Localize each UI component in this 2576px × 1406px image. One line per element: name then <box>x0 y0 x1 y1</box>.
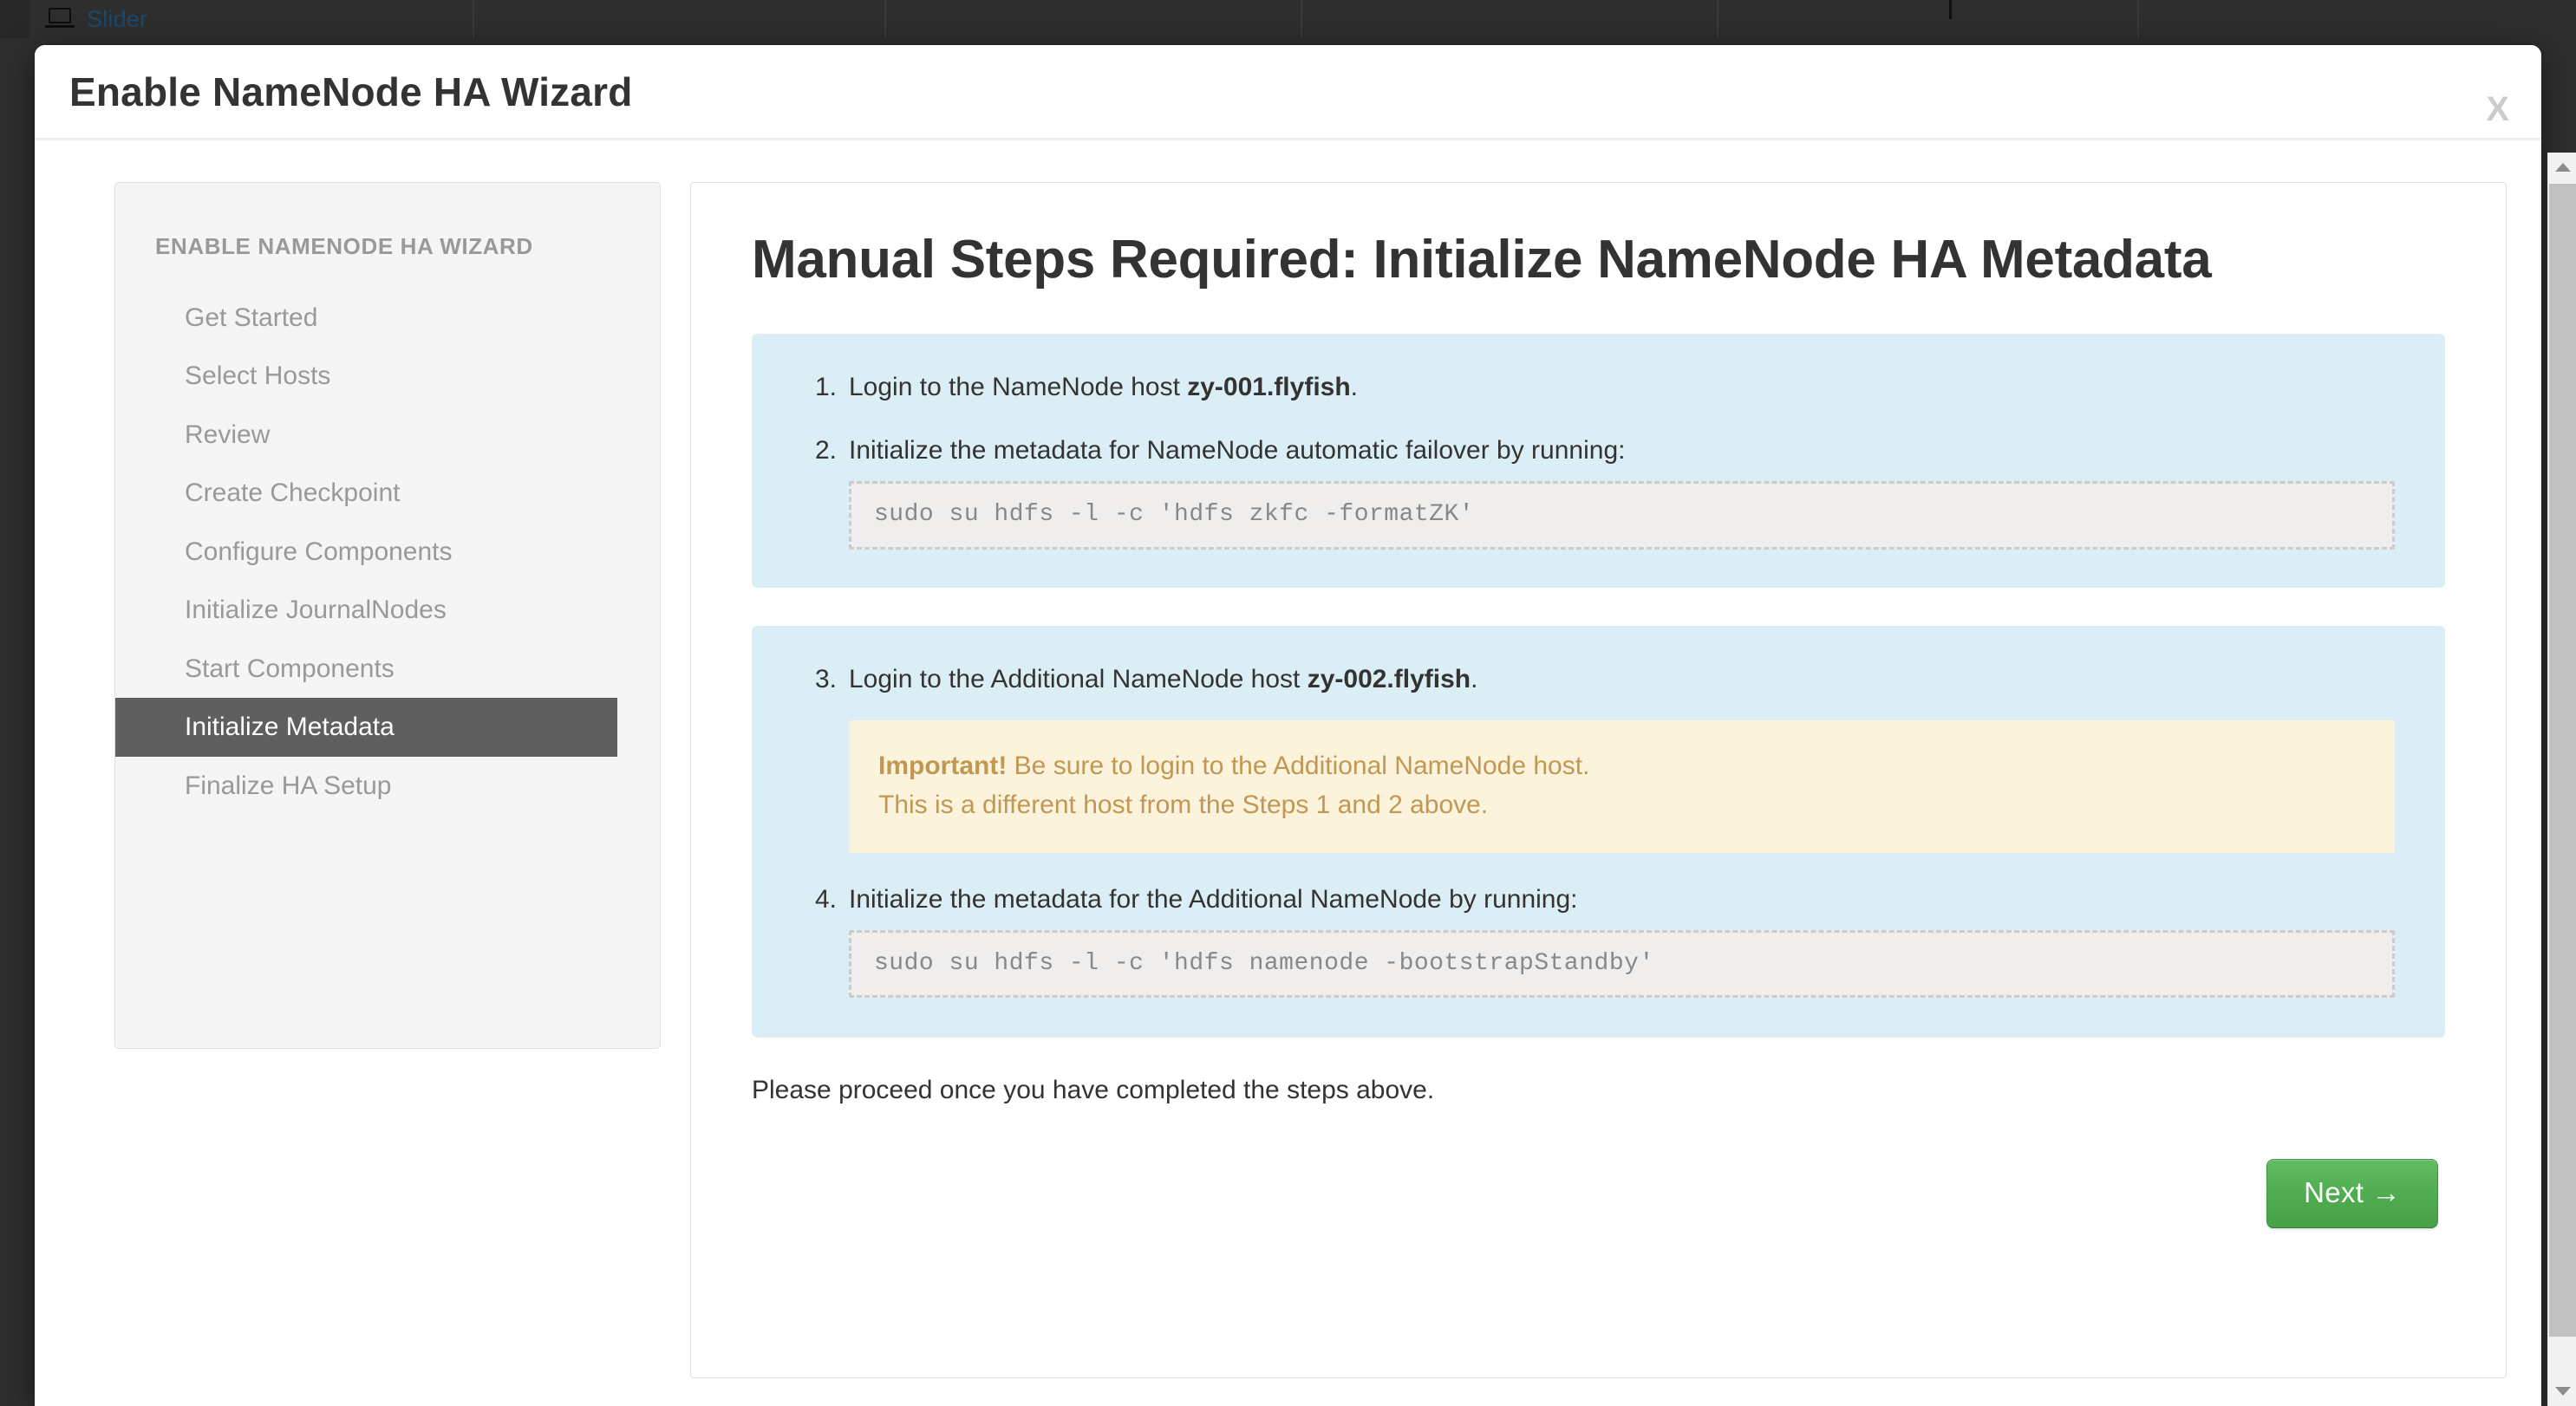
step-1-text-before: Login to the NameNode host <box>849 373 1187 401</box>
manual-steps-box-two: 3. Login to the Additional NameNode host… <box>752 626 2445 1038</box>
step-2: 2. Initialize the metadata for NameNode … <box>802 433 2395 549</box>
sidebar-item-initialize-metadata[interactable]: Initialize Metadata <box>115 698 617 757</box>
important-note-line-two: This is a different host from the Steps … <box>878 791 1488 819</box>
modal-header: Enable NameNode HA Wizard X <box>35 45 2541 140</box>
navbar-item-slider-label: Slider <box>87 6 147 33</box>
sidebar-item-review[interactable]: Review <box>115 406 660 465</box>
close-icon[interactable]: X <box>2486 92 2509 127</box>
step-1-host: zy-001.flyfish <box>1187 373 1350 401</box>
navbar-tick-mark <box>1949 0 1952 19</box>
scroll-up-arrow-icon[interactable] <box>2548 153 2576 181</box>
navbar-item-slider[interactable]: Slider <box>45 2 147 36</box>
sidebar-item-initialize-journalnodes[interactable]: Initialize JournalNodes <box>115 581 660 640</box>
sidebar-step-list: Get Started Select Hosts Review Create C… <box>115 289 660 816</box>
important-note: Important! Be sure to login to the Addit… <box>849 720 2395 853</box>
scrollbar-thumb[interactable] <box>2549 184 2576 1337</box>
laptop-icon <box>45 8 75 30</box>
scroll-down-arrow-icon[interactable] <box>2548 1377 2576 1406</box>
step-1: 1. Login to the NameNode host zy-001.fly… <box>802 370 2395 404</box>
navbar-divider <box>1717 0 1718 38</box>
step-2-command[interactable]: sudo su hdfs -l -c 'hdfs zkfc -formatZK' <box>849 481 2395 549</box>
step-3-text-before: Login to the Additional NameNode host <box>849 665 1308 693</box>
sidebar-item-select-hosts[interactable]: Select Hosts <box>115 347 660 406</box>
modal-body: ENABLE NAMENODE HA WIZARD Get Started Se… <box>35 140 2541 1403</box>
step-1-number: 1. <box>802 370 837 404</box>
step-3-host: zy-002.flyfish <box>1308 665 1471 693</box>
step-2-text: Initialize the metadata for NameNode aut… <box>849 436 1625 465</box>
sidebar-item-finalize-ha-setup[interactable]: Finalize HA Setup <box>115 757 660 816</box>
step-4-number: 4. <box>802 882 837 916</box>
navbar-divider <box>2137 0 2139 38</box>
sidebar-title: ENABLE NAMENODE HA WIZARD <box>115 231 660 263</box>
step-4-command[interactable]: sudo su hdfs -l -c 'hdfs namenode -boots… <box>849 930 2395 998</box>
sidebar-item-configure-components[interactable]: Configure Components <box>115 523 660 582</box>
sidebar-item-create-checkpoint[interactable]: Create Checkpoint <box>115 464 660 523</box>
page-scrollbar[interactable] <box>2547 153 2576 1406</box>
step-4: 4. Initialize the metadata for the Addit… <box>802 882 2395 998</box>
manual-steps-box-one: 1. Login to the NameNode host zy-001.fly… <box>752 334 2445 587</box>
step-2-number: 2. <box>802 433 837 467</box>
important-note-label: Important! <box>878 752 1007 780</box>
step-3-text-after: . <box>1471 665 1477 693</box>
sidebar-item-start-components[interactable]: Start Components <box>115 640 660 699</box>
step-3-number: 3. <box>802 662 837 696</box>
wizard-content-panel: Manual Steps Required: Initialize NameNo… <box>690 182 2507 1378</box>
step-4-text: Initialize the metadata for the Addition… <box>849 885 1578 914</box>
navbar-divider <box>1301 0 1302 38</box>
backdrop-left-rail <box>0 0 29 38</box>
step-3: 3. Login to the Additional NameNode host… <box>802 662 2395 853</box>
navbar-divider <box>473 0 474 38</box>
page-title: Manual Steps Required: Initialize NameNo… <box>752 225 2278 296</box>
sidebar-item-get-started[interactable]: Get Started <box>115 289 660 348</box>
backdrop-navbar <box>0 0 2576 38</box>
important-note-line-one: Be sure to login to the Additional NameN… <box>1007 752 1589 780</box>
proceed-instruction: Please proceed once you have completed t… <box>752 1076 2445 1105</box>
wizard-sidebar: ENABLE NAMENODE HA WIZARD Get Started Se… <box>114 182 661 1049</box>
step-1-text-after: . <box>1351 373 1358 401</box>
modal-title: Enable NameNode HA Wizard <box>69 68 633 115</box>
wizard-footer-actions: Next → <box>752 1159 2445 1228</box>
enable-namenode-ha-wizard-modal: Enable NameNode HA Wizard X ENABLE NAMEN… <box>35 45 2541 1406</box>
next-button[interactable]: Next → <box>2266 1159 2438 1228</box>
navbar-divider <box>884 0 886 38</box>
